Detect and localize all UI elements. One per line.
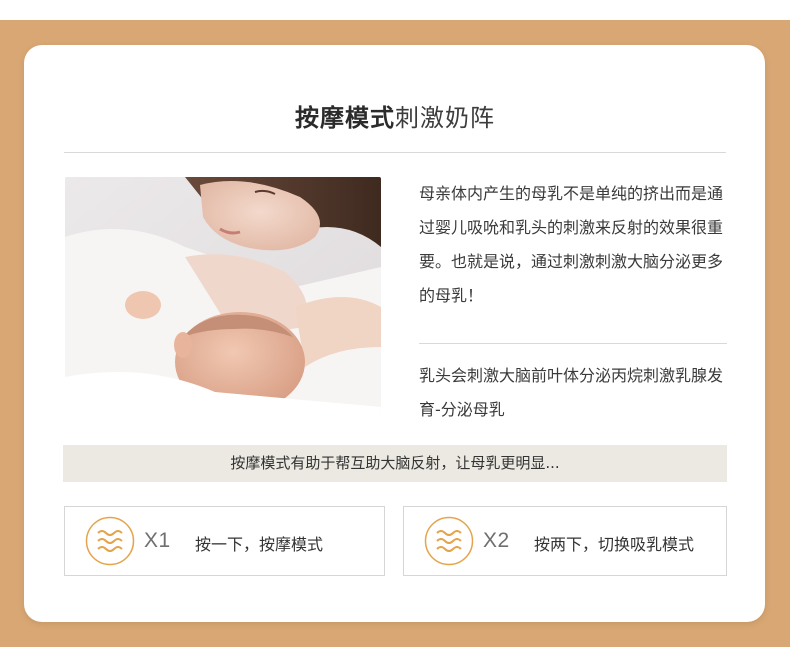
title-divider [64, 152, 726, 153]
breastfeeding-photo [65, 177, 381, 414]
wave-icon [85, 516, 135, 566]
mode-label: 按两下，切换吸乳模式 [534, 535, 695, 554]
press-count: X2 [483, 529, 510, 552]
paragraph-divider [419, 343, 727, 344]
mode-card-suction: X2 按两下，切换吸乳模式 [403, 506, 727, 576]
title-normal: 刺激奶阵 [395, 104, 495, 132]
mode-label: 按一下，按摩模式 [195, 535, 324, 554]
wave-icon [424, 516, 474, 566]
mode-card-massage: X1 按一下，按摩模式 [64, 506, 385, 576]
title-bold: 按摩模式 [295, 104, 395, 132]
press-count: X1 [144, 529, 171, 552]
info-banner: 按摩模式有助于帮互助大脑反射，让母乳更明显... [63, 445, 727, 482]
intro-paragraph-2: 乳头会刺激大脑前叶体分泌丙烷刺激乳腺发育-分泌母乳 [419, 366, 724, 419]
section-title: 按摩模式刺激奶阵 [0, 98, 790, 133]
intro-paragraph-1: 母亲体内产生的母乳不是单纯的挤出而是通过婴儿吸吮和乳头的刺激来反射的效果很重要。… [419, 184, 724, 305]
